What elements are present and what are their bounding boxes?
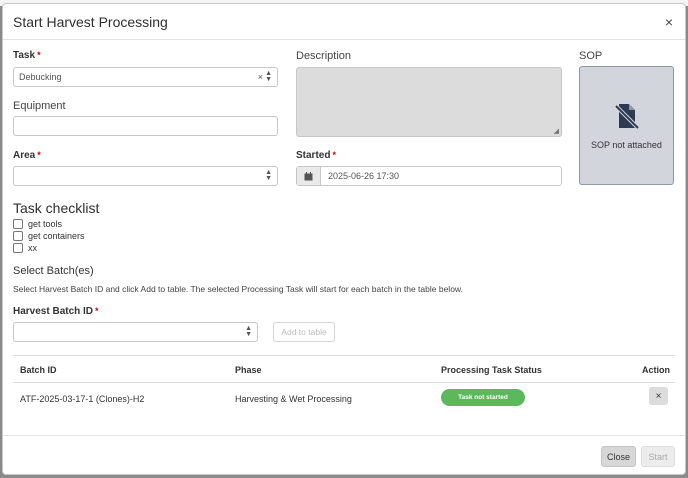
started-label: Started * [296, 150, 336, 161]
checklist-item[interactable]: get tools [13, 219, 62, 229]
column-header-batch-id: Batch ID [20, 365, 57, 375]
checkbox[interactable] [13, 231, 23, 241]
required-mark: * [95, 306, 99, 316]
checkbox[interactable] [13, 219, 23, 229]
started-datetime-value: 2025-06-26 17:30 [328, 171, 400, 181]
started-label-text: Started [296, 150, 331, 161]
column-header-phase: Phase [235, 365, 262, 375]
task-label-text: Task [13, 50, 36, 61]
modal-footer: Close Start [3, 435, 685, 475]
required-mark: * [37, 50, 41, 60]
harvest-batch-id-label-text: Harvest Batch ID [13, 306, 94, 317]
task-label: Task * [13, 50, 41, 61]
task-select-value: Debucking [19, 72, 62, 82]
area-label-text: Area [13, 150, 36, 161]
select-arrows-icon: ▲ ▼ [265, 169, 272, 182]
resize-grip-icon[interactable]: ◢ [554, 127, 559, 135]
remove-row-button[interactable]: × [649, 387, 668, 405]
batch-table: Batch ID Phase Processing Task Status Ac… [13, 355, 675, 415]
sop-label: SOP [579, 50, 603, 62]
column-header-status: Processing Task Status [441, 365, 542, 375]
equipment-label: Equipment [13, 100, 66, 112]
checklist-item-label: get containers [28, 231, 85, 241]
checkbox[interactable] [13, 243, 23, 253]
phase-cell: Harvesting & Wet Processing [235, 394, 352, 404]
task-checklist-title: Task checklist [13, 200, 100, 216]
calendar-icon[interactable] [297, 167, 321, 185]
sop-status-text: SOP not attached [591, 139, 662, 150]
harvest-batch-id-select[interactable]: ▲ ▼ [13, 322, 258, 342]
checklist-item[interactable]: xx [13, 243, 37, 253]
equipment-input[interactable] [13, 116, 278, 136]
sop-box: SOP not attached [579, 66, 674, 185]
batch-id-cell: ATF-2025-03-17-1 (Clones)-H2 [20, 394, 145, 404]
table-header: Batch ID Phase Processing Task Status Ac… [13, 355, 675, 383]
harvest-batch-id-label: Harvest Batch ID * [13, 306, 99, 317]
start-harvest-processing-modal: Start Harvest Processing × Task * Debucki… [2, 3, 686, 475]
status-badge: Task not started [441, 389, 525, 406]
calendar-glyph [304, 171, 313, 180]
close-icon[interactable]: × [665, 14, 673, 30]
area-label: Area * [13, 150, 41, 161]
select-batches-title: Select Batch(es) [13, 265, 94, 277]
table-row: ATF-2025-03-17-1 (Clones)-H2 Harvesting … [13, 383, 675, 415]
checklist-item-label: xx [28, 243, 37, 253]
checklist-item[interactable]: get containers [13, 231, 85, 241]
required-mark: * [37, 150, 41, 160]
select-batches-help-text: Select Harvest Batch ID and click Add to… [13, 284, 463, 294]
modal-header: Start Harvest Processing × [3, 4, 685, 40]
clear-icon[interactable]: × [258, 72, 263, 82]
start-button[interactable]: Start [641, 446, 675, 467]
column-header-action: Action [642, 365, 670, 375]
select-arrows-icon: ▲ ▼ [245, 325, 252, 338]
started-datetime-field[interactable]: 2025-06-26 17:30 [296, 166, 562, 186]
add-to-table-button[interactable]: Add to table [273, 322, 335, 342]
area-select[interactable]: ▲ ▼ [13, 166, 278, 186]
task-select[interactable]: Debucking × ▲ ▼ [13, 67, 278, 87]
description-textarea[interactable]: ◢ [296, 67, 562, 137]
file-slash-icon [614, 103, 639, 129]
modal-title: Start Harvest Processing [13, 13, 168, 30]
checklist-item-label: get tools [28, 219, 63, 229]
select-arrows-icon: ▲ ▼ [265, 70, 272, 83]
close-button[interactable]: Close [601, 446, 636, 467]
required-mark: * [332, 150, 336, 160]
description-label: Description [296, 50, 352, 62]
